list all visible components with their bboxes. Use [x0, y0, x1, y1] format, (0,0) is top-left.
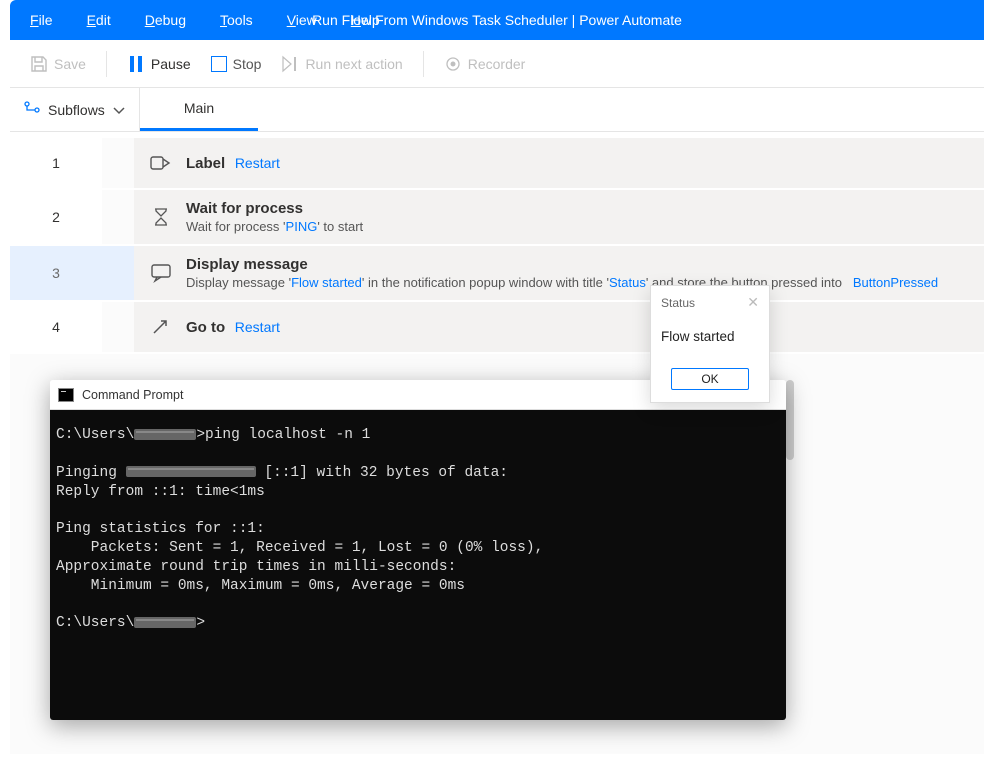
tab-label: Main [184, 100, 214, 116]
ok-button[interactable]: OK [671, 368, 749, 390]
cmd-output[interactable]: C:\Users\>ping localhost -n 1 Pinging [:… [50, 410, 786, 720]
run-next-label: Run next action [305, 56, 402, 72]
step-subtitle: Display message 'Flow started' in the no… [186, 275, 968, 290]
status-dialog: Status ✕ Flow started OK [650, 285, 770, 403]
divider [106, 51, 107, 77]
step-title: Wait for process [186, 200, 968, 217]
step-number: 1 [10, 138, 102, 188]
goto-icon [150, 316, 172, 338]
stop-label: Stop [233, 56, 262, 72]
step-link: Restart [235, 319, 280, 335]
command-prompt-window: Command Prompt C:\Users\>ping localhost … [50, 380, 786, 720]
step-number: 4 [10, 302, 102, 352]
run-next-button[interactable]: Run next action [275, 51, 408, 77]
step-row[interactable]: 4 Go to Restart [10, 302, 984, 354]
menubar: File Edit Debug Tools View Help Run Flow… [10, 0, 984, 40]
step-number: 2 [10, 190, 102, 244]
message-icon [150, 262, 172, 284]
output-variable: ButtonPressed [853, 275, 938, 290]
save-label: Save [54, 56, 86, 72]
menu-edit[interactable]: Edit [87, 12, 111, 28]
record-icon [444, 55, 462, 73]
step-subtitle: Wait for process 'PING' to start [186, 219, 968, 234]
save-button[interactable]: Save [24, 51, 92, 77]
recorder-button[interactable]: Recorder [438, 51, 532, 77]
chevron-down-icon [113, 102, 125, 118]
stop-icon [211, 56, 227, 72]
step-title: Label [186, 155, 225, 172]
toolbar: Save Pause Stop Run next action Recorder [10, 40, 984, 88]
scrollbar[interactable] [786, 380, 794, 460]
window-title: Run Flow From Windows Task Scheduler | P… [312, 12, 682, 28]
play-next-icon [281, 55, 299, 73]
subflows-icon [24, 101, 40, 118]
label-icon [150, 152, 172, 174]
dialog-title: Status [661, 296, 695, 310]
step-row[interactable]: 1 Label Restart [10, 138, 984, 190]
redacted-text [126, 466, 256, 477]
close-icon[interactable]: ✕ [747, 294, 759, 311]
step-row-selected[interactable]: 3 Display message Display message 'Flow … [10, 246, 984, 302]
step-title: Display message [186, 256, 968, 273]
save-icon [30, 55, 48, 73]
pause-icon [127, 55, 145, 73]
cmd-icon [58, 388, 74, 402]
stop-button[interactable]: Stop [205, 52, 268, 76]
subflows-dropdown[interactable]: Subflows [10, 88, 140, 131]
step-link: Restart [235, 155, 280, 171]
step-title: Go to [186, 319, 225, 336]
tabs-row: Subflows Main [10, 88, 984, 132]
pause-label: Pause [151, 56, 191, 72]
step-row[interactable]: 2 Wait for process Wait for process 'PIN… [10, 190, 984, 246]
redacted-text [134, 429, 196, 440]
subflows-label: Subflows [48, 102, 105, 118]
pause-button[interactable]: Pause [121, 51, 197, 77]
dialog-message: Flow started [661, 329, 759, 344]
menu-file[interactable]: File [30, 12, 53, 28]
divider [423, 51, 424, 77]
tab-main[interactable]: Main [140, 88, 258, 131]
hourglass-icon [150, 206, 172, 228]
menu-tools[interactable]: Tools [220, 12, 253, 28]
step-number: 3 [10, 246, 102, 300]
cmd-title: Command Prompt [82, 388, 183, 402]
redacted-text [134, 617, 196, 628]
menu-debug[interactable]: Debug [145, 12, 186, 28]
recorder-label: Recorder [468, 56, 526, 72]
